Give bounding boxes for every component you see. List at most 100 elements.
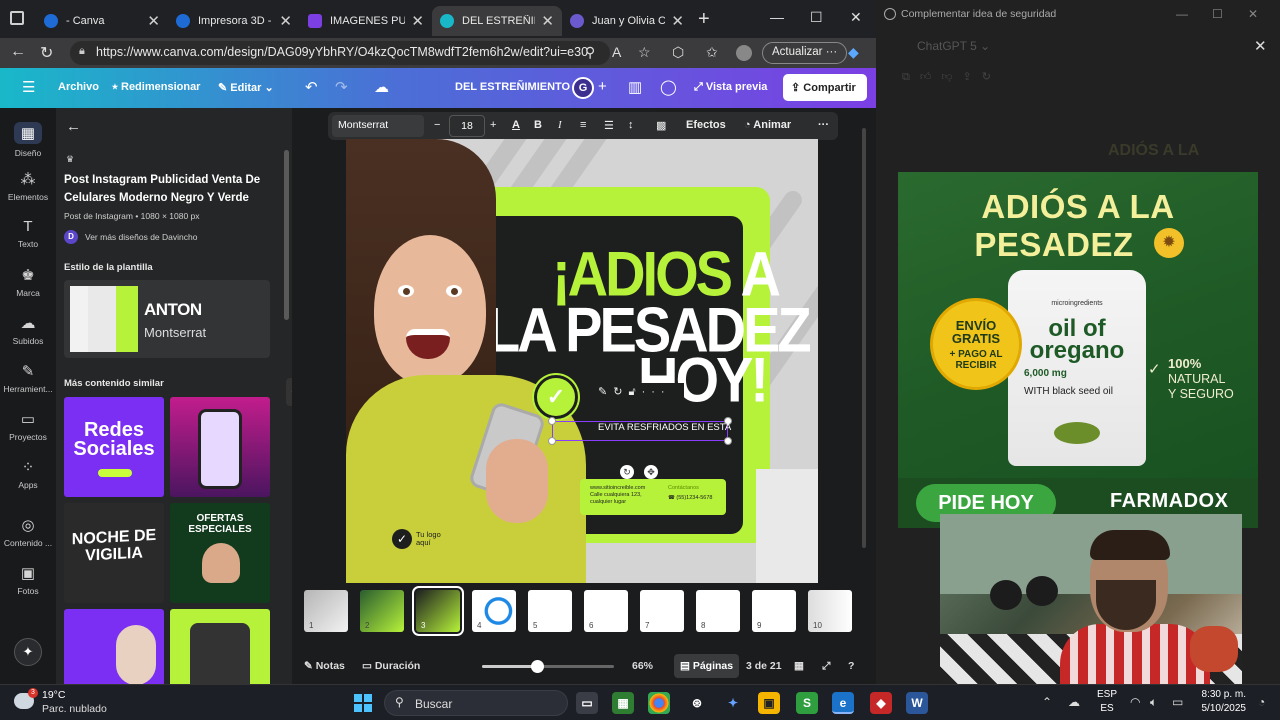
resize-handle[interactable] [548, 437, 556, 445]
canvas-scrollbar[interactable] [862, 128, 866, 548]
thumbs-up-icon[interactable]: 👍︎ [920, 71, 942, 83]
panel-scrollbar[interactable] [284, 150, 289, 320]
notes-button[interactable]: ✎ Notas [304, 660, 345, 672]
similar-template-thumb[interactable] [64, 609, 164, 684]
move-handle-icon[interactable]: ✥ [644, 465, 658, 479]
bold-icon[interactable]: B [534, 119, 542, 131]
rail-item-apps[interactable]: ⁘ Apps [0, 458, 56, 490]
back-icon[interactable]: ← [10, 43, 26, 61]
tab-imagenes[interactable]: IMAGENES PUBLI ✕ [300, 6, 432, 36]
zoom-slider-knob[interactable] [531, 660, 545, 673]
similar-template-thumb[interactable] [170, 397, 270, 497]
rail-item-brand[interactable]: ♚ Marca [0, 266, 56, 298]
collaborator-avatar[interactable]: G [572, 77, 594, 99]
redo-icon[interactable]: ↷ [335, 78, 348, 96]
new-tab-button[interactable]: + [698, 8, 710, 31]
zoom-slider[interactable] [482, 660, 614, 673]
undo-icon[interactable]: ↶ [305, 78, 318, 96]
notifications-icon[interactable]: ◔ [1258, 695, 1265, 709]
weather-temp[interactable]: 19°C [42, 689, 65, 701]
cloud-sync-icon[interactable]: ☁ [1068, 695, 1080, 709]
design-title[interactable]: DEL ESTREÑIMIENTO [455, 81, 570, 93]
thumbs-down-icon[interactable]: 👎︎ [941, 71, 962, 83]
increase-size-button[interactable]: + [490, 119, 496, 131]
similar-template-thumb[interactable]: Redes Sociales [64, 397, 164, 497]
page-thumb-10[interactable]: 10 [808, 590, 852, 632]
effects-button[interactable]: Efectos [686, 119, 726, 131]
show-hidden-icons[interactable]: ⌃ [1042, 695, 1052, 709]
start-menu-icon[interactable] [354, 694, 372, 712]
grid-view-icon[interactable]: ▦ [794, 660, 804, 672]
rotate-icon[interactable]: ↻ [613, 386, 628, 398]
contact-box[interactable]: www.sitioincreible.com Calle cualquiera … [580, 479, 726, 515]
menu-icon[interactable]: ☰ [22, 78, 35, 96]
rail-item-text[interactable]: T Texto [0, 218, 56, 249]
template-style-card[interactable]: ANTON Montserrat [64, 280, 270, 358]
italic-icon[interactable]: I [558, 119, 562, 131]
word-icon[interactable]: W [906, 692, 928, 714]
edit-mode-dropdown[interactable]: ✎ Editar ⌄ [218, 81, 274, 94]
read-aloud-icon[interactable]: A [612, 44, 621, 60]
transparency-icon[interactable]: ▩ [656, 119, 666, 132]
close-tab-icon[interactable]: ✕ [671, 12, 684, 30]
tab-active-design[interactable]: DEL ESTREÑIMIEN ✕ [432, 6, 562, 36]
extensions-icon[interactable]: ⬡ [672, 44, 684, 61]
wifi-icon[interactable]: ◠ [1130, 695, 1140, 709]
minimize-icon[interactable]: — [770, 9, 784, 25]
weather-desc[interactable]: Parc. nublado [42, 703, 107, 715]
copy-icon[interactable]: ⧉ [902, 71, 920, 83]
resize-button[interactable]: ⭑ Redimensionar [112, 81, 200, 94]
tab-actions-icon[interactable] [10, 11, 24, 25]
generated-ad-image[interactable]: ADIÓS A LA PESADEZ ✹ microingredients oi… [898, 172, 1258, 528]
edge-icon[interactable]: e [832, 692, 854, 714]
add-collaborator-icon[interactable]: + [598, 78, 607, 95]
rail-item-design[interactable]: ▦ Diseño [0, 122, 56, 158]
zoom-value[interactable]: 66% [632, 660, 653, 672]
gemini-icon[interactable]: ✦ [722, 692, 744, 714]
decrease-size-button[interactable]: − [434, 119, 440, 131]
similar-template-thumb[interactable]: OFERTAS ESPECIALES [170, 503, 270, 603]
tab-canva[interactable]: - Canva ✕ [36, 6, 168, 36]
duration-button[interactable]: ▭ Duración [362, 660, 420, 672]
favorite-star-icon[interactable]: ☆ [638, 44, 651, 61]
battery-icon[interactable]: ▭ [1172, 695, 1183, 709]
maximize-icon[interactable]: ☐ [810, 9, 823, 26]
comment-icon[interactable]: ◯ [660, 78, 677, 96]
system-clock[interactable]: 8:30 p. m. 5/10/2025 [1196, 688, 1247, 716]
photo-editor-icon[interactable]: ▣ [758, 692, 780, 714]
language-indicator[interactable]: ESP ES [1097, 688, 1117, 716]
update-button[interactable]: Actualizar ··· [762, 42, 848, 64]
align-icon[interactable]: ≡ [580, 119, 586, 131]
zoom-icon[interactable]: ⚲ [585, 44, 595, 61]
author-link[interactable]: D Ver más diseños de Davincho [64, 230, 197, 244]
share-icon[interactable]: ⇪ [963, 71, 982, 83]
resize-handle[interactable] [548, 417, 556, 425]
rail-item-tools[interactable]: ✎ Herramient... [0, 362, 56, 394]
rail-item-photos[interactable]: ▣ Fotos [0, 564, 56, 596]
close-tab-icon[interactable]: ✕ [147, 12, 160, 30]
share-button[interactable]: ⇪ Compartir [783, 74, 867, 101]
page-thumb-2[interactable]: 2 [360, 590, 404, 632]
calculator-icon[interactable]: ▦ [612, 692, 634, 714]
taskbar-search[interactable]: ⚲ Buscar [384, 690, 568, 716]
rail-item-elements[interactable]: ⁂ Elementos [0, 170, 56, 202]
chatgpt-app-icon[interactable]: ⊛ [686, 692, 708, 714]
preview-button[interactable]: ⤢ Vista previa [686, 74, 775, 101]
favorites-icon[interactable]: ✩ [706, 44, 718, 61]
maximize-icon[interactable]: ☐ [1212, 7, 1223, 21]
close-tab-icon[interactable]: ✕ [541, 12, 554, 30]
help-icon[interactable]: ? [848, 660, 854, 672]
lock-icon[interactable]: 🔓︎ [628, 386, 641, 398]
logo-placeholder[interactable]: ✓ Tu logo aquí [392, 529, 441, 549]
copilot-icon[interactable]: ◆ [848, 44, 859, 61]
font-size-input[interactable]: 18 [449, 115, 485, 137]
minimize-icon[interactable]: — [1176, 7, 1188, 21]
animate-button[interactable]: ◔ Animar [744, 119, 791, 131]
cloud-save-icon[interactable]: ☁ [374, 78, 389, 96]
regenerate-icon[interactable]: ↻ [982, 71, 1001, 83]
text-color-icon[interactable]: A [512, 119, 520, 131]
rotate-handle-icon[interactable]: ↻ [620, 465, 634, 479]
page-thumb-6[interactable]: 6 [584, 590, 628, 632]
similar-template-thumb[interactable]: NOCHE DE VIGILIA [64, 503, 164, 603]
check-badge-icon[interactable]: ✓ [534, 375, 578, 419]
